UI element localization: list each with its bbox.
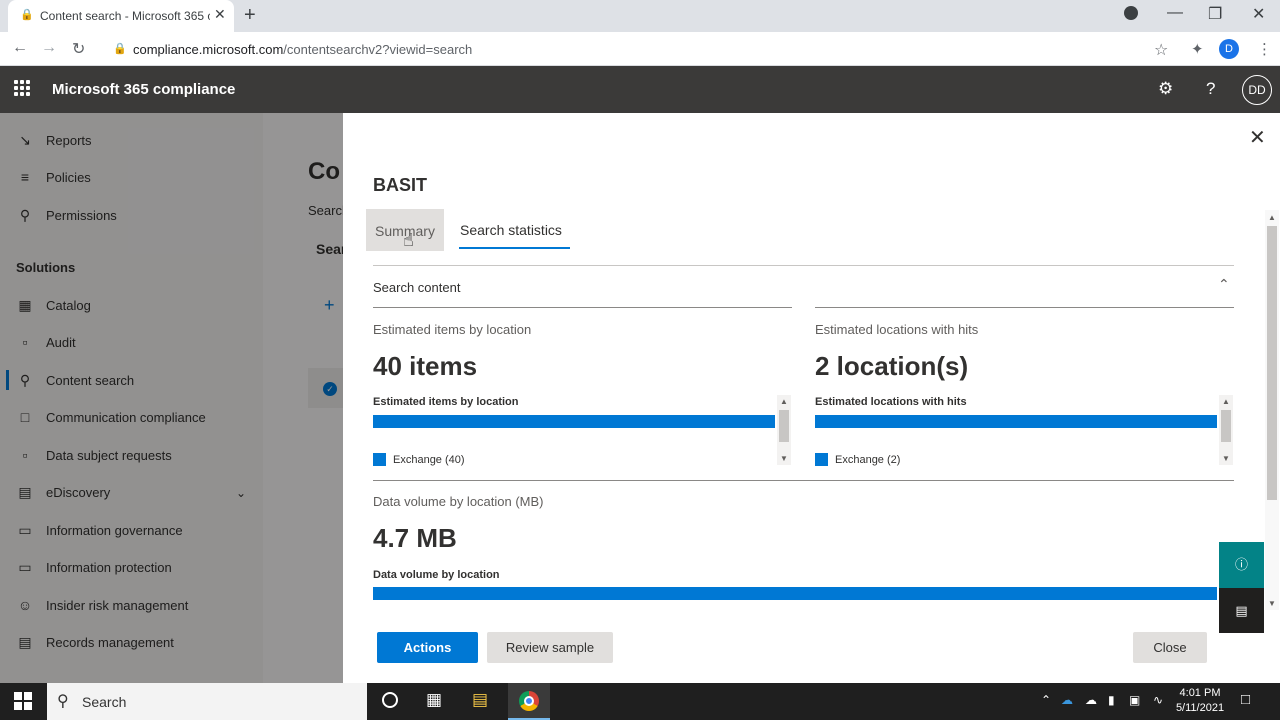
- feedback-icon[interactable]: ▤: [1219, 588, 1264, 633]
- browser-tab[interactable]: 🔒 Content search - Microsoft 365 c ✕: [8, 0, 234, 32]
- panel-title: BASIT: [373, 175, 427, 195]
- volume-chart-title: Data volume by location: [373, 569, 500, 581]
- close-tab-icon[interactable]: ✕: [214, 6, 226, 23]
- panel-scroll-thumb[interactable]: [1267, 226, 1277, 500]
- scroll-up-icon[interactable]: ▲: [1268, 213, 1276, 222]
- new-tab-icon[interactable]: +: [244, 4, 256, 27]
- volume-value: 4.7 MB: [373, 523, 457, 553]
- app-launcher-icon[interactable]: [14, 80, 30, 96]
- legend-swatch: [373, 453, 386, 466]
- actions-button[interactable]: Actions: [377, 632, 478, 663]
- file-explorer-icon[interactable]: ▤: [472, 690, 488, 710]
- url-host: compliance.microsoft.com: [133, 42, 284, 57]
- restore-icon[interactable]: ❐: [1208, 4, 1222, 24]
- divider: [815, 307, 1234, 308]
- app-header: Microsoft 365 compliance: [0, 66, 1280, 113]
- section-title: Search content: [373, 280, 461, 295]
- items-count: 40 items: [373, 351, 478, 381]
- scroll-down-icon[interactable]: ▼: [1268, 599, 1276, 608]
- windows-start-icon[interactable]: [14, 692, 32, 710]
- show-hidden-icons-icon[interactable]: ⌃: [1041, 693, 1051, 707]
- reload-icon[interactable]: ↻: [72, 39, 85, 59]
- browser-menu-icon[interactable]: ⋮: [1257, 40, 1272, 58]
- volume-block-label: Data volume by location (MB): [373, 494, 544, 509]
- items-block-label: Estimated items by location: [373, 322, 532, 337]
- lock-icon: 🔒: [20, 9, 34, 21]
- review-sample-button[interactable]: Review sample: [487, 632, 613, 663]
- locations-count: 2 location(s): [815, 351, 969, 381]
- tab-search-statistics[interactable]: Search statistics: [460, 222, 562, 238]
- forward-icon[interactable]: →: [41, 39, 57, 57]
- app-title[interactable]: Microsoft 365 compliance: [52, 81, 235, 98]
- items-chart-title: Estimated items by location: [373, 396, 519, 408]
- back-icon[interactable]: ←: [12, 39, 28, 57]
- clock-date: 5/11/2021: [1175, 702, 1225, 714]
- divider: [373, 265, 1234, 266]
- user-avatar[interactable]: DD: [1242, 75, 1272, 105]
- media-control-icon[interactable]: [1124, 6, 1138, 20]
- chrome-taskbar-icon[interactable]: [508, 683, 550, 720]
- mouse-cursor-icon: ☝: [403, 230, 414, 250]
- close-button[interactable]: Close: [1133, 632, 1207, 663]
- extensions-icon[interactable]: ✦: [1191, 40, 1204, 58]
- help-icon[interactable]: ⓘ: [1219, 542, 1264, 588]
- browser-tab-title: Content search - Microsoft 365 c: [40, 9, 210, 23]
- onedrive-personal-icon[interactable]: ☁: [1085, 693, 1097, 707]
- notifications-icon[interactable]: □: [1241, 691, 1250, 708]
- close-window-icon[interactable]: ✕: [1252, 4, 1265, 24]
- divider: [373, 480, 1234, 481]
- legend-swatch: [815, 453, 828, 466]
- bookmark-star-icon[interactable]: ☆: [1154, 40, 1168, 60]
- onedrive-icon[interactable]: ☁: [1061, 693, 1073, 707]
- locations-chart-title: Estimated locations with hits: [815, 396, 967, 408]
- taskbar-clock[interactable]: 4:01 PM 5/11/2021: [1170, 686, 1230, 716]
- network-icon[interactable]: ▣: [1129, 693, 1140, 707]
- minimize-icon[interactable]: —: [1167, 4, 1183, 22]
- task-view-icon[interactable]: ▦: [426, 690, 442, 710]
- locations-chart-bar: [815, 415, 1217, 428]
- scroll-down-icon[interactable]: ▼: [1222, 454, 1230, 463]
- close-panel-icon[interactable]: ✕: [1249, 125, 1266, 150]
- help-question-icon[interactable]: ?: [1206, 79, 1215, 99]
- scroll-up-icon[interactable]: ▲: [780, 397, 788, 406]
- clock-time: 4:01 PM: [1179, 687, 1221, 699]
- cortana-icon[interactable]: [382, 692, 398, 708]
- scroll-thumb[interactable]: [1221, 410, 1231, 442]
- active-tab-indicator: [459, 247, 570, 249]
- settings-gear-icon[interactable]: ⚙: [1158, 79, 1173, 99]
- chevron-up-icon[interactable]: ⌃: [1218, 276, 1230, 293]
- scroll-up-icon[interactable]: ▲: [1222, 397, 1230, 406]
- scroll-thumb[interactable]: [779, 410, 789, 442]
- profile-avatar[interactable]: D: [1219, 39, 1239, 59]
- locations-block-label: Estimated locations with hits: [815, 322, 979, 337]
- divider: [373, 307, 792, 308]
- microphone-icon[interactable]: ▮: [1108, 693, 1115, 707]
- search-icon: ⚲: [57, 693, 69, 710]
- items-legend-label: Exchange (40): [393, 454, 465, 466]
- address-bar[interactable]: compliance.microsoft.com/contentsearchv2…: [110, 37, 1180, 61]
- locations-legend-label: Exchange (2): [835, 454, 901, 466]
- taskbar-search-box[interactable]: ⚲ Search: [47, 683, 367, 720]
- wifi-icon[interactable]: ∿: [1153, 693, 1163, 707]
- url-path: /contentsearchv2?viewid=search: [283, 42, 473, 57]
- items-chart-bar: [373, 415, 775, 428]
- scroll-down-icon[interactable]: ▼: [780, 454, 788, 463]
- volume-chart-bar: [373, 587, 1217, 600]
